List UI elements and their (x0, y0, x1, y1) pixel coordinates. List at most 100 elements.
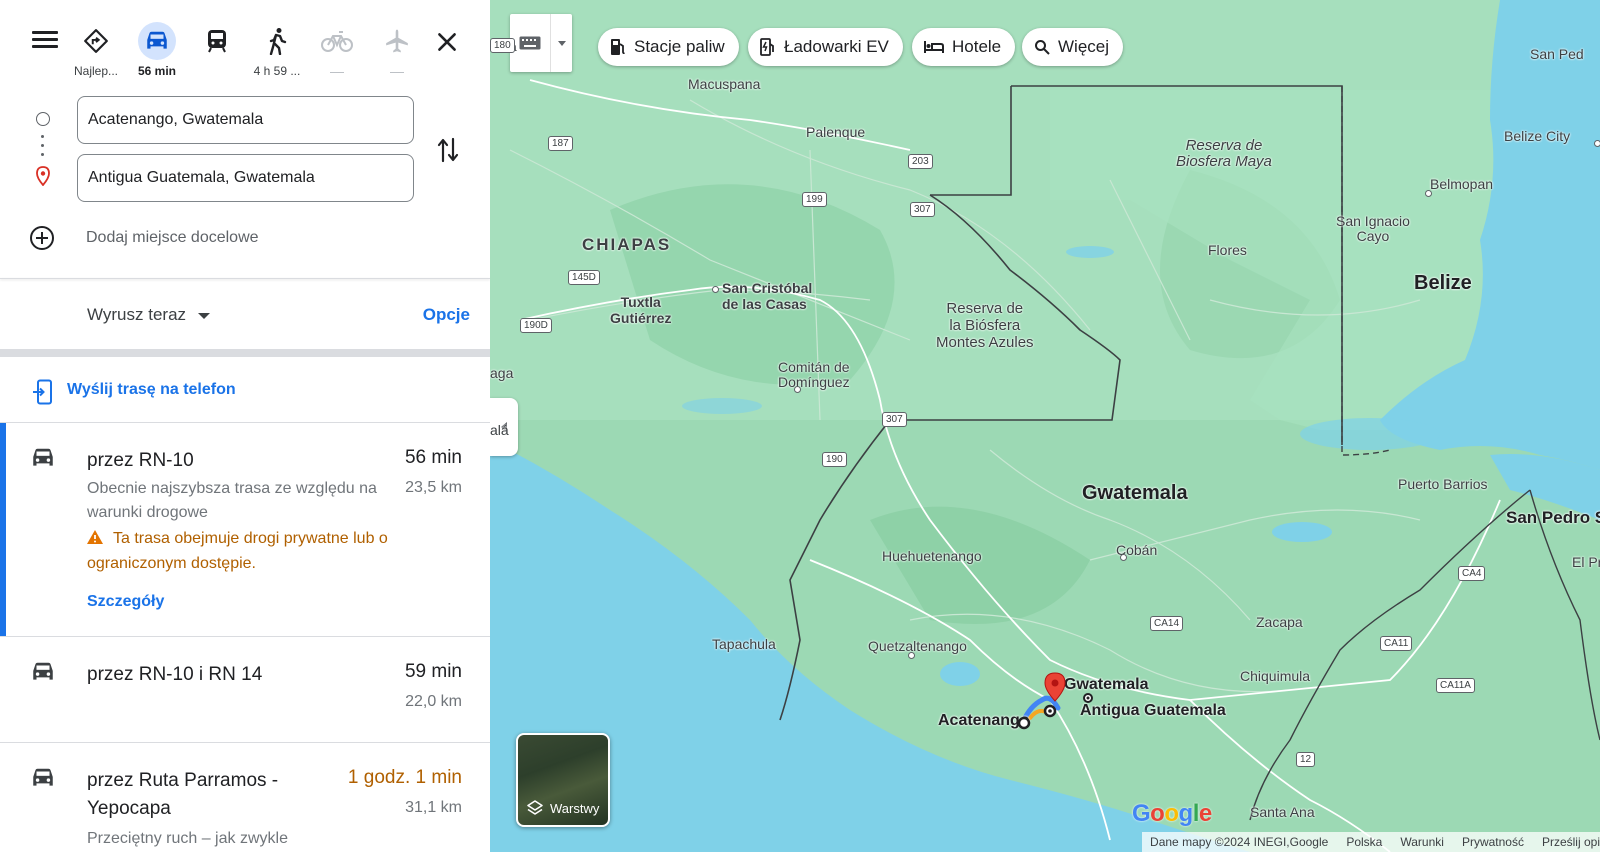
route-name: przez RN-10 i RN 14 (87, 664, 263, 685)
travel-mode-bar: Najlep... 56 min 4 h 59 ... (0, 0, 490, 82)
mode-transit[interactable] (187, 22, 247, 64)
map-canvas[interactable]: Stacje paliw Ładowarki EV Hotele Więcej … (490, 0, 1600, 852)
mode-walk[interactable]: 4 h 59 ... (247, 22, 307, 78)
map-label: Gwatemala (1082, 482, 1188, 504)
city-dot (1594, 140, 1600, 147)
road-shield: 307 (910, 202, 935, 217)
close-button[interactable] (434, 29, 460, 55)
city-dot (1425, 190, 1432, 197)
map-label: aga (490, 365, 514, 381)
mode-label: 56 min (137, 64, 176, 78)
route-description: Obecnie najszybsza trasa ze względu na w… (87, 480, 377, 521)
add-circle-icon (30, 226, 54, 250)
city-dot (712, 286, 719, 293)
chevron-down-icon (558, 40, 566, 46)
menu-button[interactable] (30, 28, 60, 54)
menu-icon-line (32, 38, 58, 41)
map-label: El Pr (1572, 554, 1600, 570)
region-link[interactable]: Polska (1346, 835, 1382, 849)
map-label: Gwatemala (1064, 676, 1149, 693)
map-data-credit: Dane mapy ©2024 INEGI,Google (1150, 835, 1329, 849)
keyboard-icon (519, 36, 541, 50)
swap-button[interactable] (436, 135, 460, 165)
mode-label: Najlep... (73, 64, 119, 78)
road-shield: 307 (882, 412, 907, 427)
layers-button[interactable]: Warstwy (516, 733, 610, 827)
route-option[interactable]: przez Ruta Parramos - Yepocapa 1 godz. 1… (0, 743, 490, 852)
layers-icon (527, 800, 543, 815)
route-option[interactable]: przez RN-10 56 min 23,5 km Obecnie najsz… (0, 423, 490, 637)
waypoint-inputs: Dodaj miejsce docelowe (0, 82, 490, 278)
feedback-link[interactable]: Prześlij opi (1542, 835, 1600, 849)
walk-icon (258, 22, 296, 60)
map-label: CHIAPAS (582, 235, 672, 254)
waypoint-dots (41, 135, 45, 162)
mode-car[interactable]: 56 min (127, 22, 187, 78)
route-description: Przeciętny ruch – jak zwykle (87, 830, 288, 847)
route-name: przez RN-10 (87, 450, 194, 471)
road-shield: CA11A (1436, 678, 1475, 693)
map-label: San Ignacio Cayo (1336, 213, 1410, 244)
route-time: 59 min (404, 661, 462, 682)
mode-bike[interactable] (307, 22, 367, 73)
road-shield: 145D (568, 270, 600, 285)
road-shield: 203 (908, 154, 933, 169)
destination-pin-icon (1044, 672, 1066, 702)
map-label: Palenque (806, 124, 866, 140)
keyboard-shortcuts-button[interactable] (510, 14, 572, 72)
route-distance: 23,5 km (405, 479, 462, 496)
map-label: Comitán de Domínguez (778, 359, 850, 390)
options-button[interactable]: Opcje (423, 305, 470, 325)
route-distance: 31,1 km (405, 799, 462, 816)
mode-best[interactable]: Najlep... (66, 22, 126, 78)
chip-more[interactable]: Więcej (1022, 28, 1124, 66)
chip-ev-chargers[interactable]: Ładowarki EV (748, 28, 903, 66)
route-details-link[interactable]: Szczegóły (87, 593, 164, 611)
road-shield: 12 (1296, 752, 1316, 767)
origin-input[interactable] (77, 96, 414, 144)
directions-icon (77, 22, 115, 60)
mode-flight[interactable] (367, 22, 427, 73)
car-icon (33, 768, 53, 786)
divider (550, 14, 551, 72)
route-warning: Ta trasa obejmuje drogi prywatne lub o o… (87, 530, 388, 572)
mode-empty-dash (330, 72, 344, 73)
route-time: 1 godz. 1 min (347, 767, 462, 788)
map-label: Flores (1208, 242, 1247, 258)
city-dot (1120, 554, 1127, 561)
map-label: Belize (1414, 272, 1472, 294)
route-option[interactable]: przez RN-10 i RN 14 59 min 22,0 km (0, 637, 490, 743)
chip-hotels[interactable]: Hotele (912, 28, 1016, 66)
map-base (490, 0, 1600, 852)
map-label: Antigua Guatemala (1080, 702, 1226, 719)
send-to-phone-icon (33, 379, 52, 405)
airplane-icon (378, 22, 416, 60)
menu-icon-line (32, 45, 58, 48)
map-label: Chiquimula (1240, 668, 1311, 684)
road-shield: CA4 (1458, 566, 1486, 581)
map-label: Huehuetenango (882, 548, 982, 564)
chip-gas-stations[interactable]: Stacje paliw (598, 28, 739, 66)
city-dot (794, 386, 801, 393)
map-label: San Pedro S (1506, 508, 1600, 527)
chip-label: Stacje paliw (634, 37, 725, 56)
send-to-phone-button[interactable]: Wyślij trasę na telefon (0, 357, 490, 423)
bed-icon (924, 41, 944, 53)
add-destination-button[interactable]: Dodaj miejsce docelowe (28, 224, 259, 252)
train-icon (198, 22, 236, 60)
road-shield: 190 (822, 452, 847, 467)
destination-input[interactable] (77, 154, 414, 202)
car-icon (33, 448, 53, 466)
privacy-link[interactable]: Prywatność (1462, 835, 1524, 849)
map-label: San Cristóbal de las Casas (722, 280, 813, 312)
mode-label: 4 h 59 ... (253, 64, 301, 78)
map-label: alá (490, 422, 509, 438)
mode-empty-dash (390, 72, 404, 73)
chip-label: Więcej (1058, 37, 1110, 56)
ev-charger-icon (760, 38, 774, 56)
swap-icon (437, 137, 459, 163)
terms-link[interactable]: Warunki (1400, 835, 1444, 849)
layers-label: Warstwy (550, 800, 600, 816)
send-to-phone-label: Wyślij trasę na telefon (67, 381, 236, 398)
depart-time-dropdown[interactable]: Wyrusz teraz (87, 305, 211, 325)
